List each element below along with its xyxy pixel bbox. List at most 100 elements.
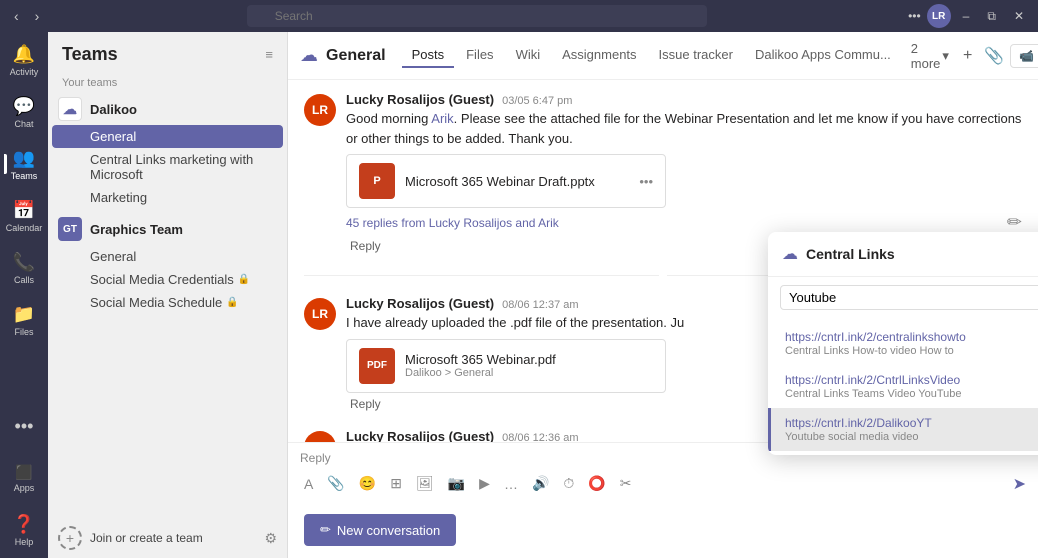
avatar-lr-1: LR (304, 94, 336, 126)
reply-button-1[interactable]: Reply (346, 237, 385, 255)
sidebar-item-activity[interactable]: 🔔 Activity (4, 36, 44, 84)
sidebar-item-calendar[interactable]: 📅 Calendar (4, 192, 44, 240)
message-meta-1: Lucky Rosalijos (Guest) 03/05 6:47 pm (346, 92, 1022, 107)
chat-icon: 💬 (13, 96, 35, 117)
edit-icon-1[interactable]: ✏ (1007, 212, 1022, 233)
settings-icon[interactable]: ⚙ (264, 530, 277, 547)
popup-item-2[interactable]: https://cntrI.ink/2/CntrlLinksVideo Cent… (768, 365, 1038, 408)
apps-icon: ⬛ (15, 464, 32, 481)
pdf-info: Microsoft 365 Webinar.pdf Dalikoo > Gene… (405, 352, 556, 379)
close-button[interactable]: ✕ (1008, 7, 1030, 25)
popup-desc-2: Central Links Teams Video YouTube (785, 388, 1038, 400)
header-actions: 📎 📹 Meet ▾ ℹ ••• (984, 44, 1038, 68)
tab-more[interactable]: 2 more ▾ (903, 37, 957, 75)
tab-files[interactable]: Files (456, 43, 503, 68)
tab-assignments[interactable]: Assignments (552, 43, 646, 68)
tab-posts[interactable]: Posts (402, 43, 455, 68)
team-graphics-header[interactable]: GT Graphics Team ••• (48, 213, 287, 245)
channel-marketing[interactable]: Marketing (48, 186, 287, 209)
attach-btn[interactable]: 📎 (323, 473, 348, 494)
audio-btn[interactable]: 🔊 (528, 473, 553, 494)
search-wrap: 🔍 (45, 5, 908, 27)
lock-icon: 🔒 (238, 274, 250, 285)
calls-icon: 📞 (13, 252, 35, 273)
avatar[interactable]: LR (927, 4, 951, 28)
sidebar-menu-icon[interactable]: ≡ (265, 47, 273, 62)
main-content: ☁ General Posts Files Wiki Assignments I… (288, 32, 1038, 558)
more-compose-btn[interactable]: … (500, 474, 522, 494)
meet-button[interactable]: 📹 Meet ▾ (1010, 44, 1038, 68)
popup-cloud-icon: ☁ (782, 244, 798, 264)
send-button[interactable]: ➤ (1013, 474, 1026, 494)
forward-button[interactable]: › (29, 6, 46, 26)
grid-btn[interactable]: ⊞ (386, 473, 406, 494)
graphics-icon: GT (58, 217, 82, 241)
emoji-btn[interactable]: 😊 (355, 473, 380, 494)
arik-link-1[interactable]: Arik (431, 111, 453, 126)
dots-menu[interactable]: ••• (908, 9, 921, 23)
pdf-name: Microsoft 365 Webinar.pdf (405, 352, 556, 367)
circle-btn[interactable]: ⭕ (584, 473, 609, 494)
channel-cloud-icon: ☁ (300, 45, 318, 66)
chevron-down-icon: ▾ (942, 48, 949, 64)
replies-count-1[interactable]: 45 replies from Lucky Rosalijos and Arik (346, 216, 559, 230)
message-row-1: LR Lucky Rosalijos (Guest) 03/05 6:47 pm… (304, 92, 1022, 208)
channel-name-header: General (326, 47, 386, 65)
new-conv-icon: ✏ (320, 522, 331, 538)
channel-central-links[interactable]: Central Links marketing with Microsoft (48, 148, 287, 186)
pdf-icon: PDF (359, 348, 395, 384)
attachment-more-1[interactable]: ••• (639, 174, 653, 189)
more-tabs-label: 2 more (911, 41, 941, 71)
minimize-button[interactable]: – (957, 7, 976, 25)
join-team-footer[interactable]: + Join or create a team ⚙ (48, 518, 287, 558)
message-author-1: Lucky Rosalijos (Guest) (346, 92, 494, 107)
popup-search-input[interactable] (789, 290, 1038, 305)
clock-btn[interactable]: ⏱ (559, 473, 578, 494)
new-conversation-button[interactable]: ✏ New conversation (304, 514, 456, 546)
reply-button-2[interactable]: Reply (346, 395, 385, 413)
popup-item-1[interactable]: https://cntrI.ink/2/centralinkshowto Cen… (768, 322, 1038, 365)
popup-desc-3: Youtube social media video (785, 431, 1038, 443)
channel-name: Social Media Schedule (90, 295, 222, 310)
sidebar-item-apps[interactable]: ⬛ Apps (4, 454, 44, 502)
camera-btn[interactable]: 📷 (444, 473, 469, 494)
calendar-icon: 📅 (13, 200, 35, 221)
popup-item-3[interactable]: https://cntrI.ink/2/DalikooYT Youtube so… (768, 408, 1038, 451)
image-btn[interactable]: 🖼 (412, 473, 438, 494)
popup-desc-1: Central Links How-to video How to (785, 345, 1038, 357)
sidebar-item-calls[interactable]: 📞 Calls (4, 244, 44, 292)
back-button[interactable]: ‹ (8, 6, 25, 26)
message-author-2: Lucky Rosalijos (Guest) (346, 296, 494, 311)
titlebar: ‹ › 🔍 ••• LR – ⧉ ✕ (0, 0, 1038, 32)
video-btn[interactable]: ▶ (475, 473, 494, 494)
attachment-pdf[interactable]: PDF Microsoft 365 Webinar.pdf Dalikoo > … (346, 339, 666, 393)
attachment-icon[interactable]: 📎 (984, 46, 1004, 66)
sidebar-header: Teams ≡ (48, 32, 287, 73)
tab-dalikoo-apps[interactable]: Dalikoo Apps Commu... (745, 43, 901, 68)
message-body-1: Lucky Rosalijos (Guest) 03/05 6:47 pm Go… (346, 92, 1022, 208)
channel-general-graphics[interactable]: General (48, 245, 287, 268)
titlebar-nav: ‹ › (8, 6, 45, 26)
channel-name: Social Media Credentials (90, 272, 234, 287)
sidebar-item-help[interactable]: ❓ Help (4, 506, 44, 554)
sidebar-item-teams[interactable]: 👥 Teams (4, 140, 44, 188)
tab-wiki[interactable]: Wiki (506, 43, 551, 68)
cut-btn[interactable]: ✂ (616, 473, 636, 494)
channel-name: Marketing (90, 190, 147, 205)
search-input[interactable] (247, 5, 707, 27)
sidebar-item-files[interactable]: 📁 Files (4, 296, 44, 344)
channel-social-media-credentials[interactable]: Social Media Credentials 🔒 (48, 268, 287, 291)
video-icon: 📹 (1019, 49, 1034, 63)
add-tab-button[interactable]: + (959, 43, 976, 69)
tab-issue-tracker[interactable]: Issue tracker (649, 43, 743, 68)
sidebar-item-chat[interactable]: 💬 Chat (4, 88, 44, 136)
attachment-name-1: Microsoft 365 Webinar Draft.pptx (405, 174, 629, 189)
team-dalikoo-header[interactable]: ☁ Dalikoo ••• (48, 93, 287, 125)
attachment-pptx[interactable]: P Microsoft 365 Webinar Draft.pptx ••• (346, 154, 666, 208)
channel-general-dalikoo[interactable]: General (52, 125, 283, 148)
sidebar-item-more[interactable]: ••• (4, 402, 44, 450)
format-btn[interactable]: A (300, 474, 317, 494)
restore-button[interactable]: ⧉ (981, 7, 1002, 26)
channel-social-media-schedule[interactable]: Social Media Schedule 🔒 (48, 291, 287, 314)
avatar-lr-3: LR (304, 431, 336, 443)
